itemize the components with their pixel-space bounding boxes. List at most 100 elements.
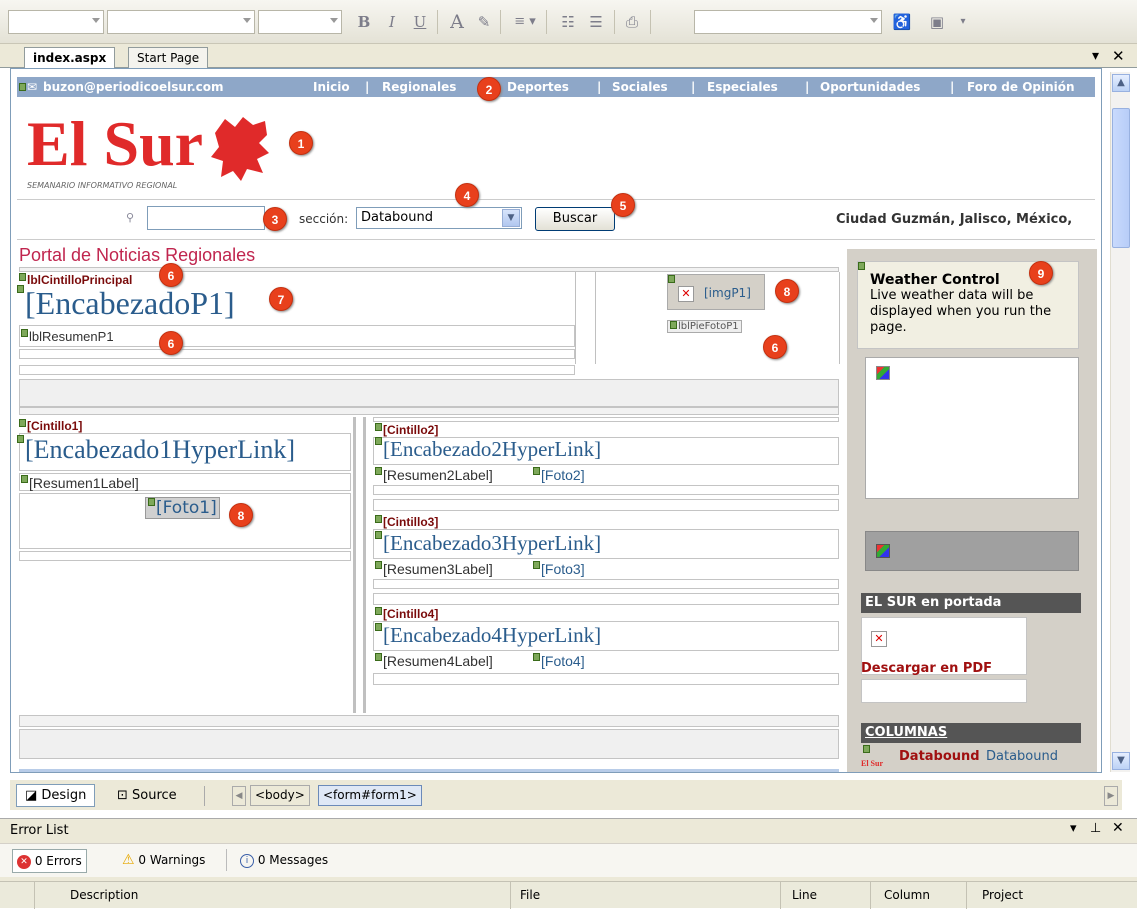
close-panel-icon[interactable]: ✕ [1112,820,1124,836]
cintillo1-label: [Cintillo1] [19,419,82,433]
numbered-list-icon[interactable]: ☷ [556,10,580,34]
source-icon: ⊡ [117,788,133,803]
email-icon: ✉ [27,80,38,94]
fore-color-button[interactable]: A [444,10,470,34]
formatting-toolbar: B I U A ✎ ≡ ▾ ☷ ☰ ⎙ ♿ ▣ ▾ [0,0,1137,44]
portada-header: EL SUR en portada [861,593,1081,613]
nav-inicio[interactable]: Inicio [313,77,350,97]
view-bar: ◪ Design ⊡ Source ◀ <body> <form#form1> … [10,780,1122,810]
warnings-toggle[interactable]: ⚠ 0 Warnings [118,849,209,873]
image-placeholder-icon [876,544,890,558]
design-surface[interactable]: ✉ buzon@periodicoelsur.com Inicio | Regi… [10,68,1102,773]
tag-scroll-left-icon[interactable]: ◀ [232,786,246,806]
descargar-pdf-link[interactable]: Descargar en PDF [861,661,992,676]
jalisco-map-logo-icon [211,117,269,181]
col-description[interactable]: Description [70,888,138,902]
messages-toggle[interactable]: i 0 Messages [236,849,332,873]
bullet-list-icon[interactable]: ☰ [584,10,608,34]
portal-title: Portal de Noticias Regionales [19,245,256,265]
encabezado4-link[interactable]: [Encabezado4HyperLink] [375,623,601,648]
errors-toggle[interactable]: ✕ 0 Errors [12,849,87,873]
broken-image-icon: ✕ [871,631,887,647]
lbl-resumen-p1: lblResumenP1 [21,329,114,344]
search-input[interactable] [147,206,265,230]
control-marker-icon [19,83,26,91]
callout-2: 2 [477,77,501,101]
align-icon[interactable]: ≡ ▾ [508,10,542,34]
col-file[interactable]: File [520,888,540,902]
encabezado-p1-link[interactable]: [EncabezadoP1] [17,285,235,322]
error-icon: ✕ [17,854,31,869]
weather-text: Live weather data will be displayed when… [870,288,1052,335]
image-icon[interactable]: ▣ [925,10,949,34]
columnas-header: COLUMNAS [861,723,1081,743]
cintillo2-label: [Cintillo2] [375,423,438,437]
panel-dropdown-icon[interactable]: ▾ [1070,821,1077,836]
nav-deportes[interactable]: Deportes [507,77,569,97]
callout-6: 6 [159,263,183,287]
callout-8: 8 [229,503,253,527]
design-view-button[interactable]: ◪ Design [16,784,96,807]
nav-regionales[interactable]: Regionales [382,77,456,97]
databound-link[interactable]: Databound [986,749,1058,764]
encabezado1-link[interactable]: [Encabezado1HyperLink] [17,435,295,465]
callout-7: 7 [269,287,293,311]
site-logo-subtitle: SEMANARIO INFORMATIVO REGIONAL [27,181,178,190]
scroll-up-icon[interactable]: ▲ [1112,74,1130,92]
pin-icon[interactable]: ⊥ [1090,821,1101,836]
foto1-image[interactable]: [Foto1] [145,497,220,519]
vertical-scrollbar[interactable]: ▲ ▼ [1110,72,1130,772]
close-document-icon[interactable]: ✕ [1112,47,1125,65]
foto3-image[interactable]: [Foto3] [533,561,585,577]
highlight-icon[interactable]: ✎ [472,10,496,34]
scroll-thumb[interactable] [1112,108,1130,248]
location-text: Ciudad Guzmán, Jalisco, México, [836,212,1073,227]
italic-button[interactable]: I [380,10,404,34]
foto4-image[interactable]: [Foto4] [533,653,585,669]
encabezado3-link[interactable]: [Encabezado3HyperLink] [375,531,601,556]
print-icon[interactable]: ⎙ [620,10,644,34]
warning-icon: ⚠ [122,852,135,868]
buscar-button[interactable]: Buscar [535,207,615,231]
foto2-image[interactable]: [Foto2] [533,467,585,483]
image-placeholder-icon [876,366,890,380]
bold-button[interactable]: B [352,10,376,34]
font-size-combo[interactable] [258,10,342,34]
toolbar-overflow-icon[interactable]: ▾ [956,10,970,34]
tab-index-aspx[interactable]: index.aspx [24,47,116,69]
source-view-button[interactable]: ⊡ Source [108,784,186,807]
img-p1[interactable]: ✕ [imgP1] [667,274,765,310]
top-nav-bar: ✉ buzon@periodicoelsur.com Inicio | Regi… [17,77,1095,97]
nav-especiales[interactable]: Especiales [707,77,778,97]
block-format-combo[interactable] [694,10,882,34]
email-link[interactable]: buzon@periodicoelsur.com [43,77,224,97]
nav-oportunidades[interactable]: Oportunidades [820,77,920,97]
tag-scroll-right-icon[interactable]: ▶ [1104,786,1118,806]
cintillo3-label: [Cintillo3] [375,515,438,529]
encabezado2-link[interactable]: [Encabezado2HyperLink] [375,437,601,462]
section-label: sección: [299,212,349,226]
resumen3-label: [Resumen3Label] [375,561,493,577]
accessibility-icon[interactable]: ♿ [890,10,914,34]
tab-start-page[interactable]: Start Page [128,47,209,68]
nav-foro[interactable]: Foro de Opinión [967,77,1075,97]
section-select[interactable]: Databound ▼ [356,207,522,229]
crumb-form[interactable]: <form#form1> [318,785,422,806]
col-project[interactable]: Project [982,888,1023,902]
document-tabs: index.aspx Start Page ▾ ✕ [0,44,1137,69]
scroll-down-icon[interactable]: ▼ [1112,752,1130,770]
nav-sociales[interactable]: Sociales [612,77,668,97]
underline-button[interactable]: U [408,10,432,34]
style-combo[interactable] [8,10,104,34]
broken-image-icon: ✕ [678,286,694,302]
error-list-header: Description File Line Column Project [0,881,1137,909]
resumen2-label: [Resumen2Label] [375,467,493,483]
callout-8: 8 [775,279,799,303]
callout-9: 9 [1029,261,1053,285]
col-line[interactable]: Line [792,888,817,902]
lbl-pie-foto-p1: lblPieFotoP1 [667,320,742,333]
tab-list-dropdown-icon[interactable]: ▾ [1092,48,1099,64]
font-name-combo[interactable] [107,10,255,34]
col-column[interactable]: Column [884,888,930,902]
crumb-body[interactable]: <body> [250,785,310,806]
